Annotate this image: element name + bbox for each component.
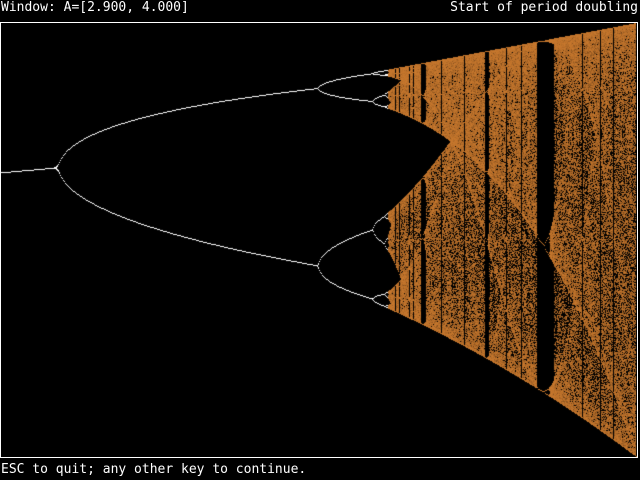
status-title: Start of period doubling	[450, 0, 638, 16]
keyboard-prompt: ESC to quit; any other key to continue.	[1, 462, 306, 478]
window-range-label: Window: A=[2.900, 4.000]	[1, 0, 189, 16]
top-status-bar: Window: A=[2.900, 4.000] Start of period…	[0, 0, 640, 16]
bifurcation-plot	[1, 23, 637, 457]
